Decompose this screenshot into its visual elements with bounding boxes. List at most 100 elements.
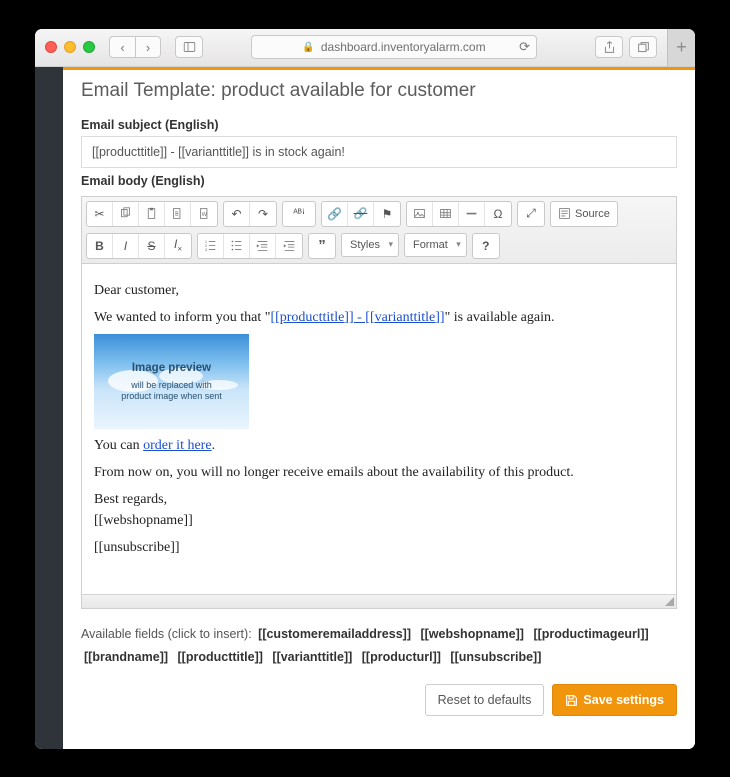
cut-icon: ✂ <box>94 207 104 221</box>
indent-icon <box>283 239 296 252</box>
unsub-line: [[unsubscribe]] <box>94 537 664 558</box>
image-preview-title: Image preview <box>132 360 211 377</box>
italic-button[interactable]: I <box>113 234 139 258</box>
styles-select[interactable]: Styles <box>341 233 399 257</box>
field-tag[interactable]: [[brandname]] <box>84 650 168 664</box>
subject-input[interactable] <box>81 136 677 168</box>
inform-line: We wanted to inform you that "[[productt… <box>94 307 664 328</box>
save-button[interactable]: Save settings <box>552 684 677 716</box>
redo-button[interactable]: ↷ <box>250 202 276 226</box>
field-tag[interactable]: [[unsubscribe]] <box>450 650 541 664</box>
browser-titlebar: ‹ › 🔒 dashboard.inventoryalarm.com ⟳ + <box>35 29 695 67</box>
nav-buttons: ‹ › <box>109 36 161 58</box>
signoff-block: Best regards, [[webshopname]] <box>94 489 664 531</box>
order-link[interactable]: order it here <box>143 438 211 453</box>
removeformat-button[interactable]: I× <box>165 234 191 258</box>
field-tag[interactable]: [[webshopname]] <box>420 627 523 641</box>
tabs-icon <box>637 41 650 54</box>
field-tag[interactable]: [[varianttitle]] <box>272 650 352 664</box>
noemails-line: From now on, you will no longer receive … <box>94 462 664 483</box>
forward-button[interactable]: › <box>135 36 161 58</box>
format-select[interactable]: Format <box>404 233 467 257</box>
image-preview-sub: will be replaced with product image when… <box>121 380 222 402</box>
close-window-icon[interactable] <box>45 41 57 53</box>
editor-body[interactable]: Dear customer, We wanted to inform you t… <box>82 264 676 594</box>
unlink-button[interactable]: 🔗 <box>348 202 374 226</box>
cut-button[interactable]: ✂ <box>87 202 113 226</box>
app-navstrip <box>35 67 63 749</box>
greeting-text: Dear customer, <box>94 280 664 301</box>
order-line: You can order it here. <box>94 435 664 456</box>
italic-icon: I <box>124 239 127 253</box>
field-tag[interactable]: [[productimageurl]] <box>533 627 648 641</box>
copy-icon <box>119 207 132 220</box>
bullist-icon <box>230 239 243 252</box>
product-token-link[interactable]: [[producttitle]] - [[varianttitle]] <box>270 310 444 325</box>
spellcheck-button[interactable]: ᴬᴮꜟ <box>283 202 315 226</box>
reload-icon[interactable]: ⟳ <box>519 39 530 55</box>
paste-text-button[interactable] <box>165 202 191 226</box>
specialchar-button[interactable]: Ω <box>485 202 511 226</box>
paste-button[interactable] <box>139 202 165 226</box>
redo-icon: ↷ <box>258 207 268 221</box>
back-button[interactable]: ‹ <box>109 36 135 58</box>
hr-icon <box>465 207 478 220</box>
bullist-button[interactable] <box>224 234 250 258</box>
maximize-button[interactable]: ⤢ <box>518 202 544 226</box>
field-tag[interactable]: [[customeremailaddress]] <box>258 627 411 641</box>
field-tag[interactable]: [[producttitle]] <box>178 650 263 664</box>
paste-word-button[interactable]: W <box>191 202 217 226</box>
action-bar: Reset to defaults Save settings <box>81 684 677 716</box>
url-bar[interactable]: 🔒 dashboard.inventoryalarm.com ⟳ <box>251 35 537 59</box>
paste-word-icon: W <box>198 207 211 220</box>
editor-resize-handle[interactable] <box>82 594 676 608</box>
maximize-icon: ⤢ <box>526 206 536 221</box>
available-fields: Available fields (click to insert): [[cu… <box>81 623 677 671</box>
field-tag[interactable]: [[producturl]] <box>362 650 441 664</box>
sidebar-toggle-button[interactable] <box>175 36 203 58</box>
subject-label: Email subject (English) <box>81 118 677 132</box>
paste-text-icon <box>171 207 184 220</box>
numlist-icon: 123 <box>204 239 217 252</box>
tabs-button[interactable] <box>629 36 657 58</box>
link-button[interactable]: 🔗 <box>322 202 348 226</box>
traffic-lights <box>45 41 95 53</box>
new-tab-button[interactable]: + <box>667 29 695 67</box>
svg-text:3: 3 <box>205 247 208 252</box>
toolbar-right <box>595 36 657 58</box>
maximize-window-icon[interactable] <box>83 41 95 53</box>
richtext-editor: ✂ W ↶ ↷ ᴬᴮꜟ 🔗 🔗 <box>81 196 677 609</box>
image-button[interactable] <box>407 202 433 226</box>
reset-button[interactable]: Reset to defaults <box>425 684 545 716</box>
paste-icon <box>145 207 158 220</box>
outdent-button[interactable] <box>250 234 276 258</box>
bold-button[interactable]: B <box>87 234 113 258</box>
hr-button[interactable] <box>459 202 485 226</box>
minimize-window-icon[interactable] <box>64 41 76 53</box>
source-icon <box>558 207 571 220</box>
anchor-button[interactable]: ⚑ <box>374 202 400 226</box>
help-icon: ? <box>482 239 489 253</box>
accent-bar <box>63 67 695 70</box>
outdent-icon <box>256 239 269 252</box>
flag-icon: ⚑ <box>382 207 393 221</box>
quote-icon: ” <box>318 237 326 254</box>
lock-icon: 🔒 <box>302 42 314 53</box>
table-button[interactable] <box>433 202 459 226</box>
undo-button[interactable]: ↶ <box>224 202 250 226</box>
image-preview-placeholder: Image preview will be replaced with prod… <box>94 334 249 429</box>
source-button[interactable]: Source <box>551 202 617 226</box>
copy-button[interactable] <box>113 202 139 226</box>
share-button[interactable] <box>595 36 623 58</box>
strike-button[interactable]: S <box>139 234 165 258</box>
blockquote-button[interactable]: ” <box>309 234 335 258</box>
removeformat-icon: I× <box>174 237 182 253</box>
indent-button[interactable] <box>276 234 302 258</box>
browser-body: Email Template: product available for cu… <box>35 67 695 749</box>
editor-toolbar: ✂ W ↶ ↷ ᴬᴮꜟ 🔗 🔗 <box>82 197 676 264</box>
help-button[interactable]: ? <box>473 234 499 258</box>
share-icon <box>603 41 616 54</box>
image-icon <box>413 207 426 220</box>
numlist-button[interactable]: 123 <box>198 234 224 258</box>
undo-icon: ↶ <box>231 207 241 221</box>
